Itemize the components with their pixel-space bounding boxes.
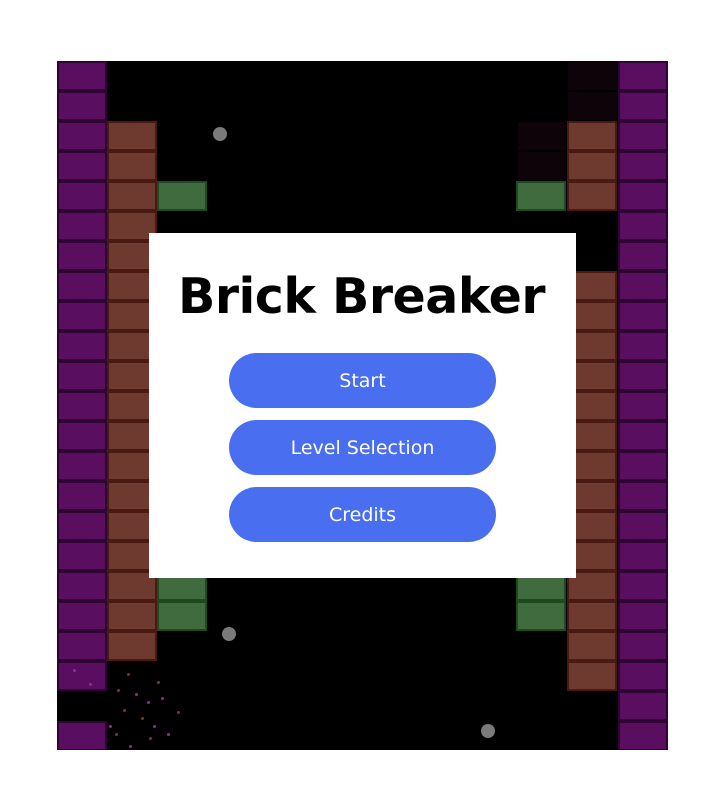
wall-brick	[618, 421, 668, 451]
wall-brick	[57, 331, 107, 361]
wall-brick	[618, 331, 668, 361]
particle	[177, 711, 180, 714]
wall-brick	[57, 181, 107, 211]
particle	[153, 725, 156, 728]
game-title: Brick Breaker	[178, 268, 545, 325]
wall-brick	[618, 151, 668, 181]
brick	[107, 121, 157, 151]
wall-brick	[618, 361, 668, 391]
particle	[115, 733, 118, 736]
particle	[161, 697, 164, 700]
wall-brick	[618, 181, 668, 211]
wall-brick	[618, 121, 668, 151]
wall-brick	[57, 721, 107, 750]
brick	[516, 181, 566, 211]
brick	[567, 631, 617, 661]
wall-brick	[618, 211, 668, 241]
wall-brick	[57, 661, 107, 691]
wall-brick	[57, 511, 107, 541]
wall-brick	[618, 241, 668, 271]
wall-brick	[57, 451, 107, 481]
start-button[interactable]: Start	[229, 353, 496, 408]
wall-brick	[618, 451, 668, 481]
particle	[141, 717, 144, 720]
wall-brick	[57, 241, 107, 271]
wall-brick	[57, 481, 107, 511]
wall-brick	[57, 211, 107, 241]
ball	[481, 724, 495, 738]
particle	[109, 725, 112, 728]
ball	[222, 627, 236, 641]
particle	[147, 701, 150, 704]
particle	[135, 693, 138, 696]
wall-brick	[618, 511, 668, 541]
wall-brick	[57, 361, 107, 391]
particle	[117, 689, 120, 692]
wall-brick	[618, 481, 668, 511]
particle	[127, 673, 130, 676]
credits-button[interactable]: Credits	[229, 487, 496, 542]
brick	[107, 631, 157, 661]
faded-brick	[517, 151, 567, 181]
brick	[567, 601, 617, 631]
wall-brick	[618, 61, 668, 91]
wall-brick	[57, 151, 107, 181]
particle	[73, 669, 76, 672]
wall-brick	[57, 541, 107, 571]
brick	[567, 121, 617, 151]
particle	[167, 733, 170, 736]
wall-brick	[618, 601, 668, 631]
wall-brick	[57, 571, 107, 601]
ball	[213, 127, 227, 141]
particle	[157, 681, 160, 684]
wall-brick	[57, 631, 107, 661]
faded-brick	[567, 91, 617, 121]
brick	[567, 181, 617, 211]
brick	[107, 601, 157, 631]
wall-brick	[618, 661, 668, 691]
wall-brick	[618, 631, 668, 661]
wall-brick	[618, 391, 668, 421]
wall-brick	[618, 571, 668, 601]
particle	[123, 709, 126, 712]
particle	[149, 737, 152, 740]
wall-brick	[57, 421, 107, 451]
faded-brick	[517, 121, 567, 151]
particle	[89, 683, 92, 686]
wall-brick	[618, 721, 668, 750]
wall-brick	[618, 541, 668, 571]
brick	[567, 661, 617, 691]
wall-brick	[57, 61, 107, 91]
wall-brick	[57, 121, 107, 151]
brick	[107, 181, 157, 211]
brick	[107, 151, 157, 181]
brick	[567, 151, 617, 181]
level-selection-button[interactable]: Level Selection	[229, 420, 496, 475]
faded-brick	[567, 61, 617, 91]
wall-brick	[57, 391, 107, 421]
brick	[157, 181, 207, 211]
brick	[516, 601, 566, 631]
wall-brick	[57, 601, 107, 631]
particle	[129, 745, 132, 748]
wall-brick	[618, 91, 668, 121]
brick	[157, 601, 207, 631]
wall-brick	[57, 91, 107, 121]
wall-brick	[618, 691, 668, 721]
